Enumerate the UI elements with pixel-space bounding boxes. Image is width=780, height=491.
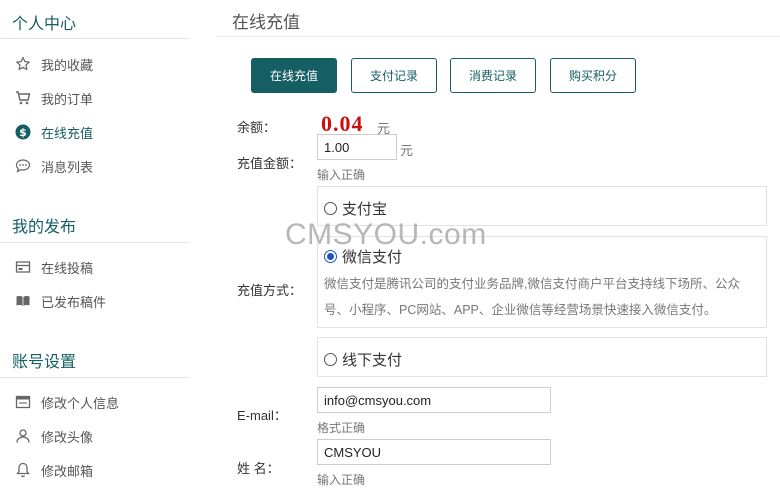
tab-online-recharge[interactable]: 在线充值 — [251, 58, 337, 93]
email-hint: 格式正确 — [317, 421, 366, 435]
amount-label: 充值金额： — [237, 156, 303, 171]
email-label: E-mail： — [237, 408, 287, 423]
sidebar-item-published-articles[interactable]: 已发布稿件 — [14, 289, 106, 313]
sidebar-item-label: 在线充值 — [41, 125, 94, 141]
sidebar-item-messages[interactable]: 消息列表 — [14, 154, 93, 178]
cart-icon — [14, 89, 32, 107]
divider — [216, 36, 780, 37]
tab-payment-records[interactable]: 支付记录 — [351, 58, 437, 93]
chat-bubble-icon — [14, 157, 32, 175]
sidebar-item-edit-avatar[interactable]: 修改头像 — [14, 424, 93, 448]
divider — [0, 38, 190, 39]
payment-option-label: 线下支付 — [342, 352, 403, 369]
sidebar-item-online-recharge[interactable]: $ 在线充值 — [14, 120, 93, 144]
divider — [0, 242, 190, 243]
window-icon — [14, 393, 32, 411]
sidebar-item-label: 已发布稿件 — [41, 294, 107, 310]
alipay-radio[interactable] — [324, 202, 337, 215]
card-icon — [14, 258, 32, 276]
alipay-radio-row[interactable]: 支付宝 — [324, 198, 387, 219]
name-label: 姓 名： — [237, 461, 280, 476]
divider — [0, 377, 190, 378]
sidebar: 个人中心 我的收藏 我的订单 $ 在线充值 消息列表 我的发布 在线投稿 已发布… — [0, 0, 192, 491]
sidebar-item-label: 修改头像 — [41, 429, 94, 445]
wechat-description: 微信支付是腾讯公司的支付业务品牌,微信支付商户平台支持线下场所、公众号、小程序、… — [324, 277, 740, 317]
sidebar-item-label: 我的收藏 — [41, 57, 94, 73]
svg-text:$: $ — [19, 126, 27, 139]
dollar-circle-icon: $ — [14, 123, 32, 141]
section-heading-account-settings: 账号设置 — [12, 354, 77, 371]
sidebar-item-label: 在线投稿 — [41, 260, 94, 276]
offline-radio-row[interactable]: 线下支付 — [324, 349, 402, 370]
sidebar-item-label: 我的订单 — [41, 91, 94, 107]
star-icon — [14, 55, 32, 73]
sidebar-item-label: 修改个人信息 — [41, 395, 120, 411]
page-title: 在线充值 — [232, 13, 300, 32]
amount-hint: 输入正确 — [317, 168, 366, 182]
section-heading-personal-center: 个人中心 — [12, 16, 77, 33]
tab-consumption-records[interactable]: 消费记录 — [450, 58, 536, 93]
book-icon — [14, 292, 32, 310]
balance-label: 余额： — [237, 120, 277, 135]
sidebar-item-label: 消息列表 — [41, 159, 94, 175]
user-icon — [14, 427, 32, 445]
name-hint: 输入正确 — [317, 473, 366, 487]
amount-input[interactable]: 1.00 — [317, 134, 397, 160]
sidebar-item-favorites[interactable]: 我的收藏 — [14, 52, 93, 76]
sidebar-item-label: 修改邮箱 — [41, 463, 94, 479]
sidebar-item-orders[interactable]: 我的订单 — [14, 86, 93, 110]
section-heading-my-publish: 我的发布 — [12, 219, 77, 236]
tab-buy-points[interactable]: 购买积分 — [550, 58, 636, 93]
sidebar-item-edit-email[interactable]: 修改邮箱 — [14, 458, 93, 482]
bell-icon — [14, 461, 32, 479]
sidebar-item-edit-profile[interactable]: 修改个人信息 — [14, 390, 119, 414]
name-input[interactable]: CMSYOU — [317, 439, 551, 465]
method-label: 充值方式： — [237, 283, 303, 298]
email-input[interactable]: info@cmsyou.com — [317, 387, 551, 413]
watermark: CMSYOU.com — [285, 218, 487, 251]
amount-unit: 元 — [400, 143, 414, 158]
payment-option-label: 支付宝 — [342, 201, 388, 218]
sidebar-item-submit-article[interactable]: 在线投稿 — [14, 255, 93, 279]
offline-radio[interactable] — [324, 353, 337, 366]
payment-option-offline[interactable]: 线下支付 — [317, 337, 767, 377]
